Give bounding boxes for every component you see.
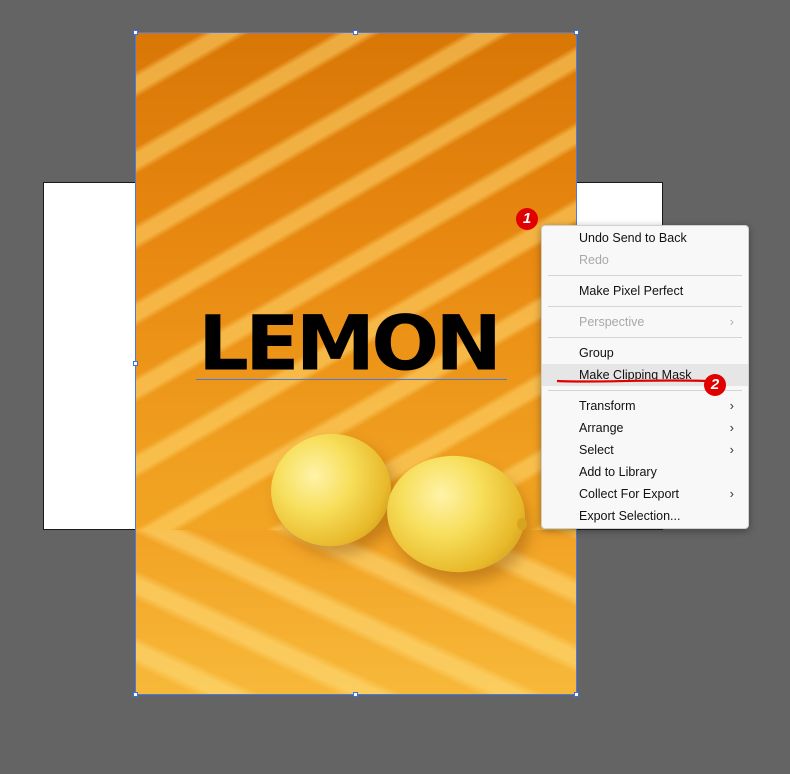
menu-separator	[548, 306, 742, 307]
menu-item-group[interactable]: Group	[542, 342, 748, 364]
menu-separator	[548, 275, 742, 276]
menu-item-label: Export Selection...	[579, 509, 681, 523]
menu-item-label: Undo Send to Back	[579, 231, 687, 245]
menu-item-label: Collect For Export	[579, 487, 680, 501]
chevron-right-icon: ›	[729, 486, 734, 501]
menu-item-label: Make Pixel Perfect	[579, 284, 684, 298]
resize-handle-middle-left[interactable]	[133, 361, 138, 366]
resize-handle-top-right[interactable]	[574, 30, 579, 35]
lemon-title-text[interactable]: LEMON	[198, 306, 510, 382]
resize-handle-bottom-right[interactable]	[574, 692, 579, 697]
menu-item-arrange[interactable]: Arrange ›	[542, 417, 748, 439]
menu-item-label: Select	[579, 443, 614, 457]
chevron-right-icon: ›	[729, 314, 734, 329]
menu-item-label: Arrange	[579, 421, 624, 435]
chevron-right-icon: ›	[729, 442, 734, 457]
annotation-underline	[557, 379, 707, 383]
menu-item-perspective[interactable]: Perspective ›	[542, 311, 748, 333]
lemon-tip	[517, 518, 527, 530]
menu-item-label: Redo	[579, 253, 609, 267]
menu-item-export-selection[interactable]: Export Selection...	[542, 505, 748, 527]
menu-item-label: Transform	[579, 399, 636, 413]
menu-item-label: Add to Library	[579, 465, 657, 479]
menu-item-make-pixel-perfect[interactable]: Make Pixel Perfect	[542, 280, 748, 302]
menu-item-transform[interactable]: Transform ›	[542, 395, 748, 417]
resize-handle-bottom-left[interactable]	[133, 692, 138, 697]
menu-item-undo-send-to-back[interactable]: Undo Send to Back	[542, 227, 748, 249]
photo-floor	[135, 530, 577, 695]
menu-separator	[548, 337, 742, 338]
menu-item-redo[interactable]: Redo	[542, 249, 748, 271]
resize-handle-top-center[interactable]	[353, 30, 358, 35]
step-marker-1: 1	[516, 208, 538, 230]
menu-item-label: Perspective	[579, 315, 645, 329]
menu-item-add-to-library[interactable]: Add to Library	[542, 461, 748, 483]
menu-item-collect-for-export[interactable]: Collect For Export ›	[542, 483, 748, 505]
chevron-right-icon: ›	[729, 420, 734, 435]
resize-handle-top-left[interactable]	[133, 30, 138, 35]
menu-item-label: Group	[579, 346, 614, 360]
chevron-right-icon: ›	[729, 398, 734, 413]
step-marker-2: 2	[704, 374, 726, 396]
resize-handle-bottom-center[interactable]	[353, 692, 358, 697]
text-baseline	[196, 379, 507, 380]
menu-item-select[interactable]: Select ›	[542, 439, 748, 461]
